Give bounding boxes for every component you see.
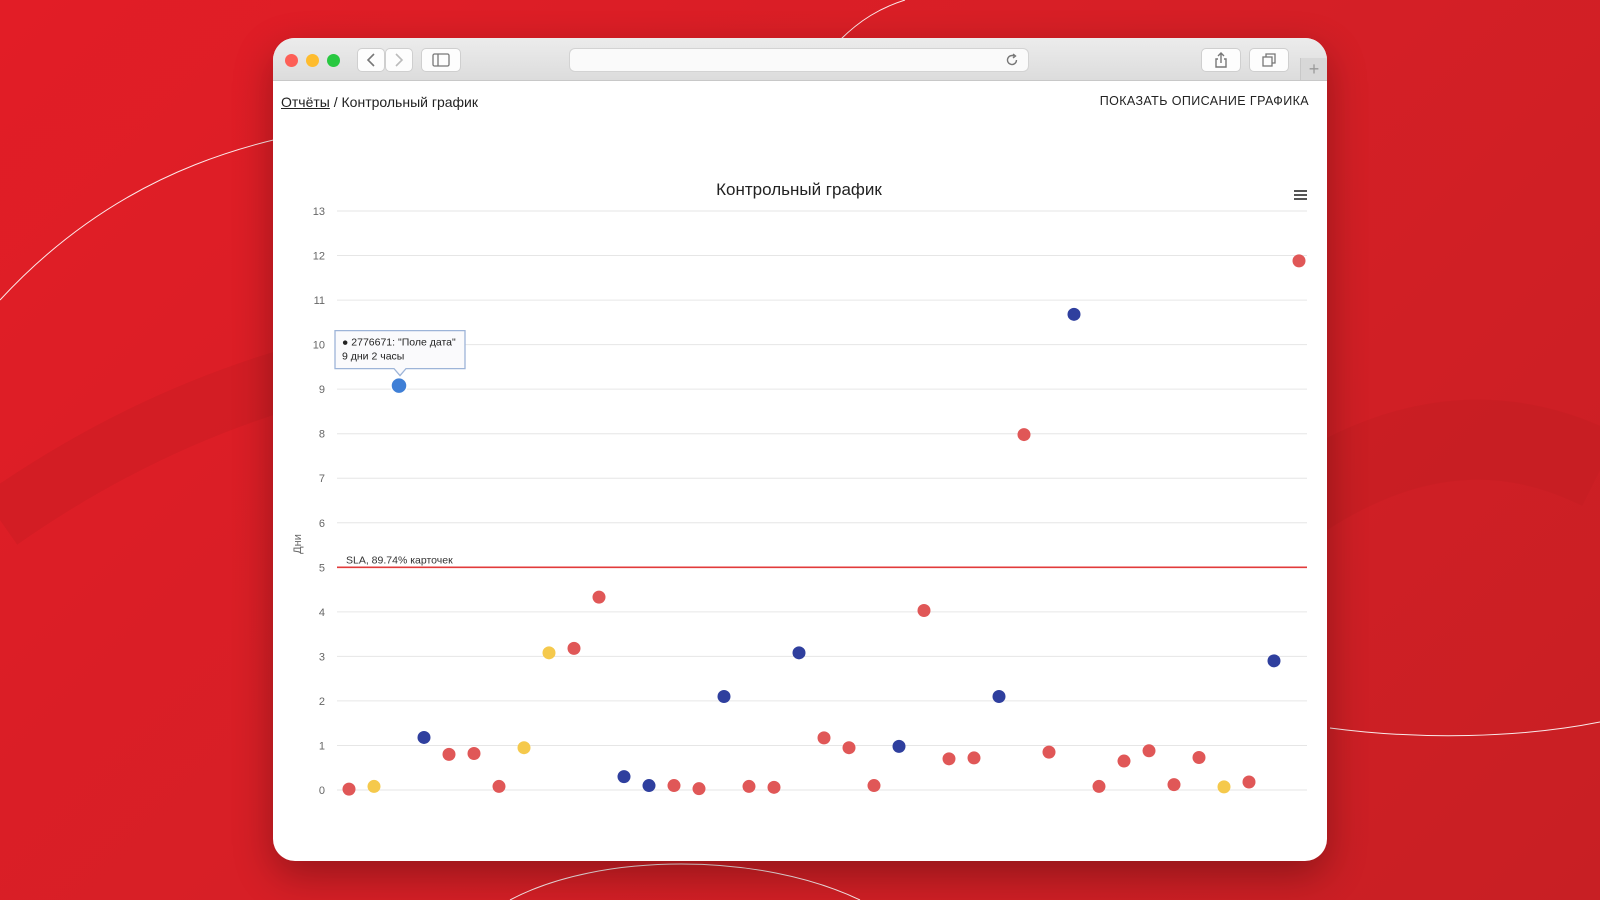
data-point[interactable] bbox=[767, 780, 781, 794]
address-bar[interactable] bbox=[569, 48, 1029, 72]
breadcrumb-link-reports[interactable]: Отчёты bbox=[281, 94, 330, 110]
y-tick-label: 11 bbox=[314, 295, 325, 307]
breadcrumb-separator: / bbox=[333, 94, 338, 110]
data-point[interactable] bbox=[792, 646, 806, 660]
browser-window: + Отчёты / Контрольный график ПОКАЗАТЬ О… bbox=[273, 38, 1327, 861]
data-point[interactable] bbox=[1292, 254, 1306, 268]
data-point[interactable] bbox=[1067, 307, 1081, 321]
y-tick-label: 7 bbox=[319, 473, 325, 485]
data-point[interactable] bbox=[417, 730, 431, 744]
data-point[interactable] bbox=[1267, 654, 1281, 668]
data-point[interactable] bbox=[592, 590, 606, 604]
browser-toolbar: + bbox=[273, 38, 1327, 81]
tabs-icon bbox=[1262, 53, 1276, 67]
tooltip-value: 9 дни 2 часы bbox=[342, 351, 404, 363]
share-icon bbox=[1215, 52, 1227, 68]
data-point[interactable] bbox=[467, 746, 481, 760]
data-point[interactable] bbox=[867, 779, 881, 793]
data-point[interactable] bbox=[692, 782, 706, 796]
minimize-window-button[interactable] bbox=[306, 54, 319, 67]
point-tooltip: ● 2776671: "Поле дата" 9 дни 2 часы bbox=[334, 329, 466, 377]
data-point[interactable] bbox=[617, 770, 631, 784]
forward-button[interactable] bbox=[385, 48, 413, 72]
data-point[interactable] bbox=[442, 747, 456, 761]
data-point[interactable] bbox=[1242, 775, 1256, 789]
data-point[interactable] bbox=[742, 779, 756, 793]
maximize-window-button[interactable] bbox=[327, 54, 340, 67]
chart-title: Контрольный график bbox=[716, 180, 882, 199]
y-tick-label: 6 bbox=[319, 518, 325, 530]
control-chart: Контрольный график Дни 01234567891011121… bbox=[292, 180, 1311, 797]
data-point[interactable] bbox=[492, 779, 506, 793]
data-point[interactable] bbox=[667, 779, 681, 793]
data-point[interactable] bbox=[1192, 750, 1206, 764]
sla-label: SLA, 89.74% карточек bbox=[346, 554, 453, 566]
y-tick-label: 1 bbox=[319, 740, 325, 752]
data-point[interactable] bbox=[642, 779, 656, 793]
sidebar-toggle-button[interactable] bbox=[421, 48, 461, 72]
data-point[interactable] bbox=[817, 731, 831, 745]
y-tick-label: 9 bbox=[319, 384, 325, 396]
y-tick-label: 3 bbox=[319, 651, 325, 663]
chevron-right-icon bbox=[395, 53, 404, 67]
tabs-overview-button[interactable] bbox=[1249, 48, 1289, 72]
data-point[interactable] bbox=[842, 741, 856, 755]
y-tick-label: 5 bbox=[319, 562, 325, 574]
show-chart-description-button[interactable]: ПОКАЗАТЬ ОПИСАНИЕ ГРАФИКА bbox=[1100, 94, 1309, 108]
data-point[interactable] bbox=[992, 689, 1006, 703]
y-tick-label: 10 bbox=[313, 340, 325, 352]
sidebar-icon bbox=[432, 53, 450, 67]
close-window-button[interactable] bbox=[285, 54, 298, 67]
chevron-left-icon bbox=[366, 53, 375, 67]
plus-icon: + bbox=[1308, 58, 1320, 79]
tooltip-title: ● 2776671: "Поле дата" bbox=[342, 337, 456, 349]
y-tick-label: 13 bbox=[313, 206, 325, 218]
data-point[interactable] bbox=[567, 641, 581, 655]
y-tick-label: 12 bbox=[313, 251, 325, 263]
data-point[interactable] bbox=[942, 752, 956, 766]
data-point[interactable] bbox=[917, 604, 931, 618]
data-point[interactable] bbox=[342, 782, 356, 796]
hamburger-menu-icon bbox=[1294, 190, 1307, 200]
data-point[interactable] bbox=[390, 376, 408, 395]
data-point[interactable] bbox=[367, 779, 381, 793]
chart-menu-button[interactable] bbox=[1291, 187, 1311, 205]
data-point[interactable] bbox=[1017, 428, 1031, 442]
data-point[interactable] bbox=[1042, 745, 1056, 759]
y-tick-label: 0 bbox=[319, 785, 325, 797]
breadcrumb-current: Контрольный график bbox=[341, 94, 478, 110]
new-tab-button[interactable]: + bbox=[1300, 58, 1327, 80]
data-point[interactable] bbox=[542, 646, 556, 660]
data-point[interactable] bbox=[1117, 754, 1131, 768]
data-point[interactable] bbox=[1092, 779, 1106, 793]
y-tick-label: 4 bbox=[319, 607, 325, 619]
data-point[interactable] bbox=[1217, 780, 1231, 794]
data-point[interactable] bbox=[717, 689, 731, 703]
data-point[interactable] bbox=[1167, 778, 1181, 792]
data-point[interactable] bbox=[967, 751, 981, 765]
data-point[interactable] bbox=[892, 739, 906, 753]
data-point[interactable] bbox=[1142, 744, 1156, 758]
y-tick-label: 8 bbox=[319, 429, 325, 441]
share-button[interactable] bbox=[1201, 48, 1241, 72]
breadcrumb: Отчёты / Контрольный график bbox=[281, 94, 478, 110]
y-tick-label: 2 bbox=[319, 696, 325, 708]
reload-icon[interactable] bbox=[1004, 52, 1020, 68]
y-axis-label: Дни bbox=[292, 534, 304, 554]
data-point[interactable] bbox=[517, 741, 531, 755]
back-button[interactable] bbox=[357, 48, 385, 72]
